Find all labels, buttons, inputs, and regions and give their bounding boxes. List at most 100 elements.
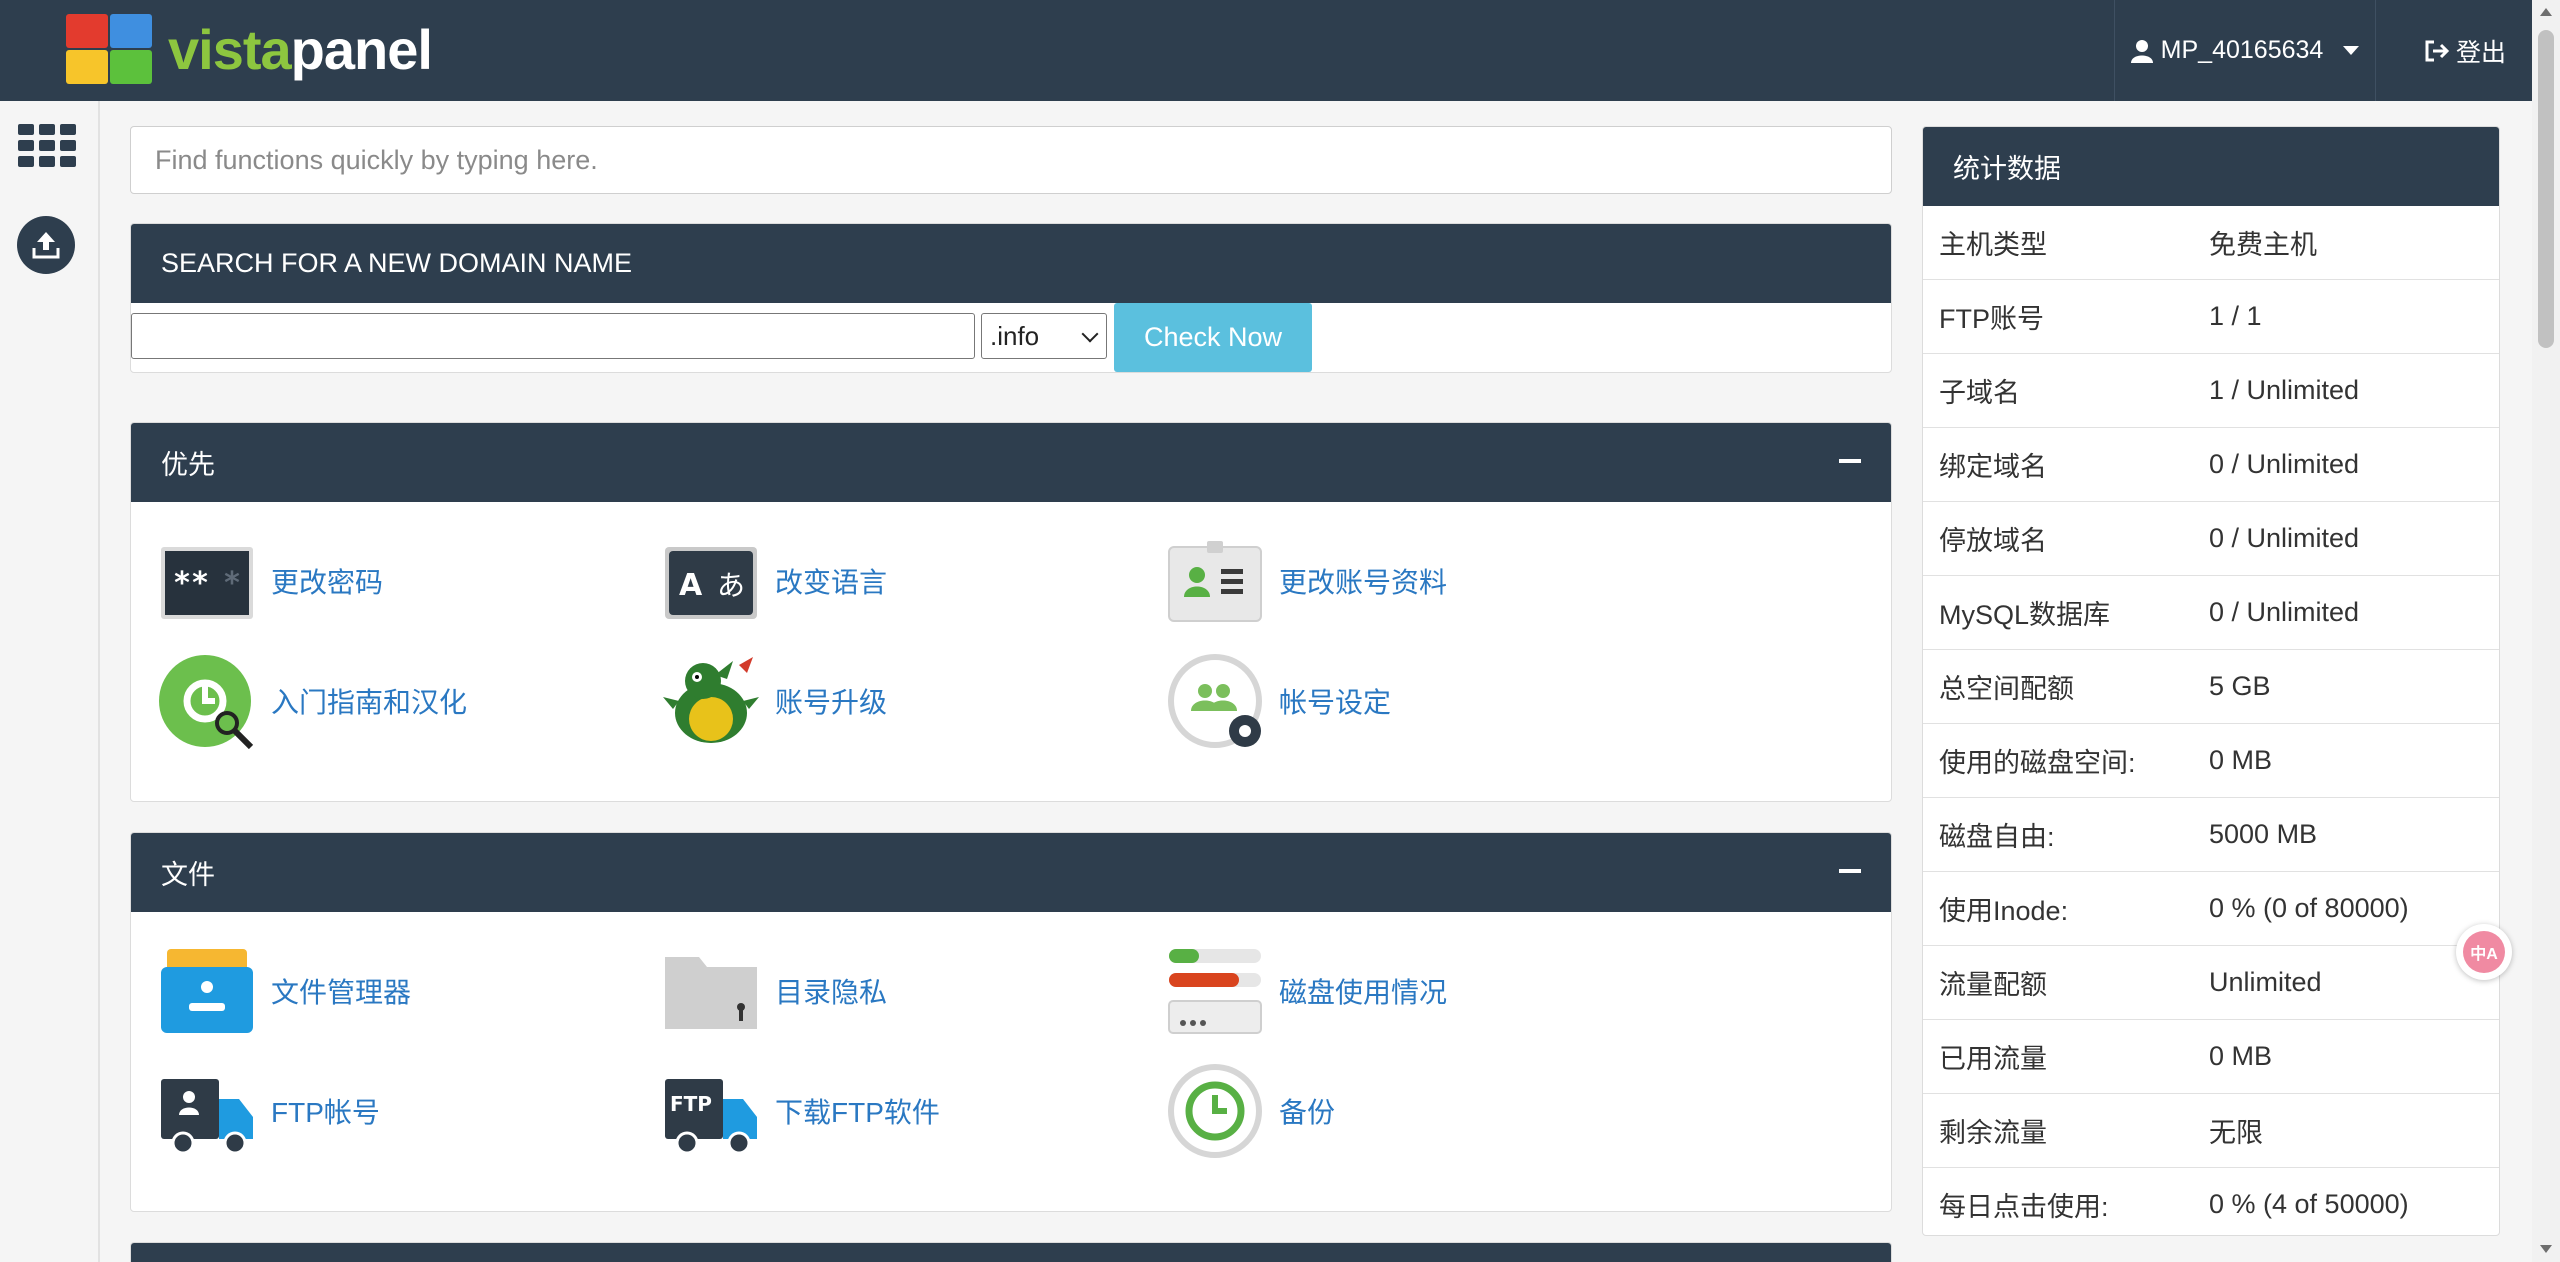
change-account-info-item[interactable]: 更改账号资料 (1167, 531, 1447, 631)
chevron-down-icon (2343, 46, 2360, 55)
translate-widget-button[interactable]: 中A (2456, 924, 2512, 980)
top-navbar: vistapanel MP_40165634 登出 (0, 0, 2532, 101)
tld-select[interactable]: .info (981, 313, 1107, 359)
item-label: 入门指南和汉化 (271, 687, 468, 718)
account-settings-icon (1167, 653, 1263, 749)
disk-usage-item[interactable]: 磁盘使用情况 (1167, 941, 1447, 1041)
stats-key: 子域名 (1939, 378, 2020, 408)
stats-key: MySQL数据库 (1939, 600, 2111, 630)
stats-value: 免费主机 (2209, 230, 2317, 260)
stats-row: 剩余流量 无限 (1923, 1094, 2499, 1168)
item-label: FTP帐号 (271, 1097, 380, 1128)
stats-row: 总空间配额 5 GB (1923, 650, 2499, 724)
panel-title: 文件 (161, 860, 215, 890)
check-now-button[interactable]: Check Now (1114, 303, 1312, 372)
page-scrollbar[interactable] (2532, 0, 2560, 1262)
item-label: 账号升级 (775, 687, 888, 718)
item-label: 帐号设定 (1279, 687, 1392, 718)
account-upgrade-item[interactable]: 账号升级 (663, 651, 887, 751)
stats-key: FTP账号 (1939, 304, 2044, 334)
svg-text:A: A (679, 568, 703, 603)
svg-text:*: * (223, 566, 241, 601)
domain-search-panel: SEARCH FOR A NEW DOMAIN NAME .info Check… (130, 223, 1892, 373)
domain-name-input[interactable] (131, 313, 975, 359)
scrollbar-thumb[interactable] (2538, 30, 2554, 348)
stats-row: 每日点击使用: 0 % (4 of 50000) (1923, 1168, 2499, 1235)
stats-value: Unlimited (2209, 967, 2322, 997)
stats-row: 主机类型 免费主机 (1923, 206, 2499, 280)
item-label: 文件管理器 (271, 977, 412, 1008)
vistapanel-logo[interactable]: vistapanel (66, 14, 433, 84)
logout-link[interactable]: 登出 (2424, 0, 2506, 101)
account-card-icon (1167, 533, 1263, 629)
stats-row: FTP账号 1 / 1 (1923, 280, 2499, 354)
scroll-down-arrow-icon[interactable] (2540, 1245, 2552, 1253)
stats-key: 绑定域名 (1939, 452, 2047, 482)
scroll-up-arrow-icon[interactable] (2540, 8, 2552, 16)
quick-search-input[interactable] (130, 126, 1892, 194)
panel-heading: SEARCH FOR A NEW DOMAIN NAME (131, 224, 1891, 303)
chevron-down-icon (1081, 325, 1099, 343)
change-password-item[interactable]: ** * 更改密码 (159, 531, 383, 631)
stats-value: 0 MB (2209, 1041, 2273, 1071)
getting-started-icon (159, 653, 255, 750)
logo-squares-icon (66, 14, 152, 84)
dragon-icon (663, 653, 759, 749)
stats-value: 0 % (4 of 50000) (2209, 1189, 2409, 1219)
svg-text:FTP: FTP (670, 1092, 712, 1116)
stats-row: MySQL数据库 0 / Unlimited (1923, 576, 2499, 650)
stats-title: 统计数据 (1923, 127, 2499, 206)
password-icon: ** * (159, 533, 255, 629)
svg-text:**: ** (173, 566, 209, 601)
file-manager-item[interactable]: 文件管理器 (159, 941, 411, 1041)
upload-icon[interactable] (17, 216, 75, 274)
stats-row: 流量配额 Unlimited (1923, 946, 2499, 1020)
stats-row: 停放域名 0 / Unlimited (1923, 502, 2499, 576)
collapse-icon[interactable] (1839, 869, 1861, 873)
stats-value: 0 / Unlimited (2209, 523, 2360, 553)
stats-row: 使用Inode: 0 % (0 of 80000) (1923, 872, 2499, 946)
stats-value: 1 / Unlimited (2209, 375, 2360, 405)
stats-key: 剩余流量 (1939, 1118, 2047, 1148)
directory-privacy-item[interactable]: 目录隐私 (663, 941, 887, 1041)
item-label: 下载FTP软件 (775, 1097, 940, 1128)
stats-row: 绑定域名 0 / Unlimited (1923, 428, 2499, 502)
stats-panel: 统计数据 主机类型 免费主机 FTP账号 1 / 1 子域名 1 / Unlimited 绑… (1922, 126, 2500, 1236)
stats-value: 0 MB (2209, 745, 2273, 775)
left-sidebar (0, 101, 100, 1262)
logout-icon (2425, 40, 2450, 61)
apps-grid-icon[interactable] (18, 124, 76, 167)
next-panel-heading (130, 1242, 1892, 1262)
panel-heading[interactable]: 文件 (131, 833, 1891, 912)
download-ftp-software-item[interactable]: FTP 下载FTP软件 (663, 1061, 940, 1161)
ftp-user-truck-icon (159, 1063, 255, 1159)
username: MP_40165634 (2160, 36, 2324, 64)
backup-item[interactable]: 备份 (1167, 1061, 1335, 1161)
stats-row: 子域名 1 / Unlimited (1923, 354, 2499, 428)
getting-started-item[interactable]: 入门指南和汉化 (159, 651, 467, 751)
stats-value: 5000 MB (2209, 819, 2318, 849)
language-icon: Aあ (663, 533, 759, 629)
logout-label: 登出 (2456, 38, 2507, 67)
change-language-item[interactable]: Aあ 改变语言 (663, 531, 887, 631)
stats-value: 5 GB (2209, 671, 2271, 701)
item-label: 更改账号资料 (1279, 567, 1448, 598)
stats-key: 已用流量 (1939, 1044, 2047, 1074)
stats-row: 已用流量 0 MB (1923, 1020, 2499, 1094)
stats-key: 停放域名 (1939, 526, 2047, 556)
account-settings-item[interactable]: 帐号设定 (1167, 651, 1391, 751)
stats-value: 无限 (2209, 1118, 2263, 1148)
panel-heading[interactable]: 优先 (131, 423, 1891, 502)
collapse-icon[interactable] (1839, 459, 1861, 463)
stats-key: 流量配额 (1939, 970, 2047, 1000)
item-label: 备份 (1279, 1097, 1336, 1128)
panel-heading (131, 1243, 1891, 1262)
logo-text: vistapanel (168, 17, 433, 81)
user-menu-dropdown[interactable]: MP_40165634 (2114, 0, 2376, 101)
user-icon (2130, 39, 2153, 63)
item-label: 改变语言 (775, 567, 888, 598)
ftp-accounts-item[interactable]: FTP帐号 (159, 1061, 380, 1161)
stats-key: 使用的磁盘空间: (1939, 748, 2136, 778)
item-label: 目录隐私 (775, 977, 888, 1008)
stats-value: 0 / Unlimited (2209, 597, 2360, 627)
